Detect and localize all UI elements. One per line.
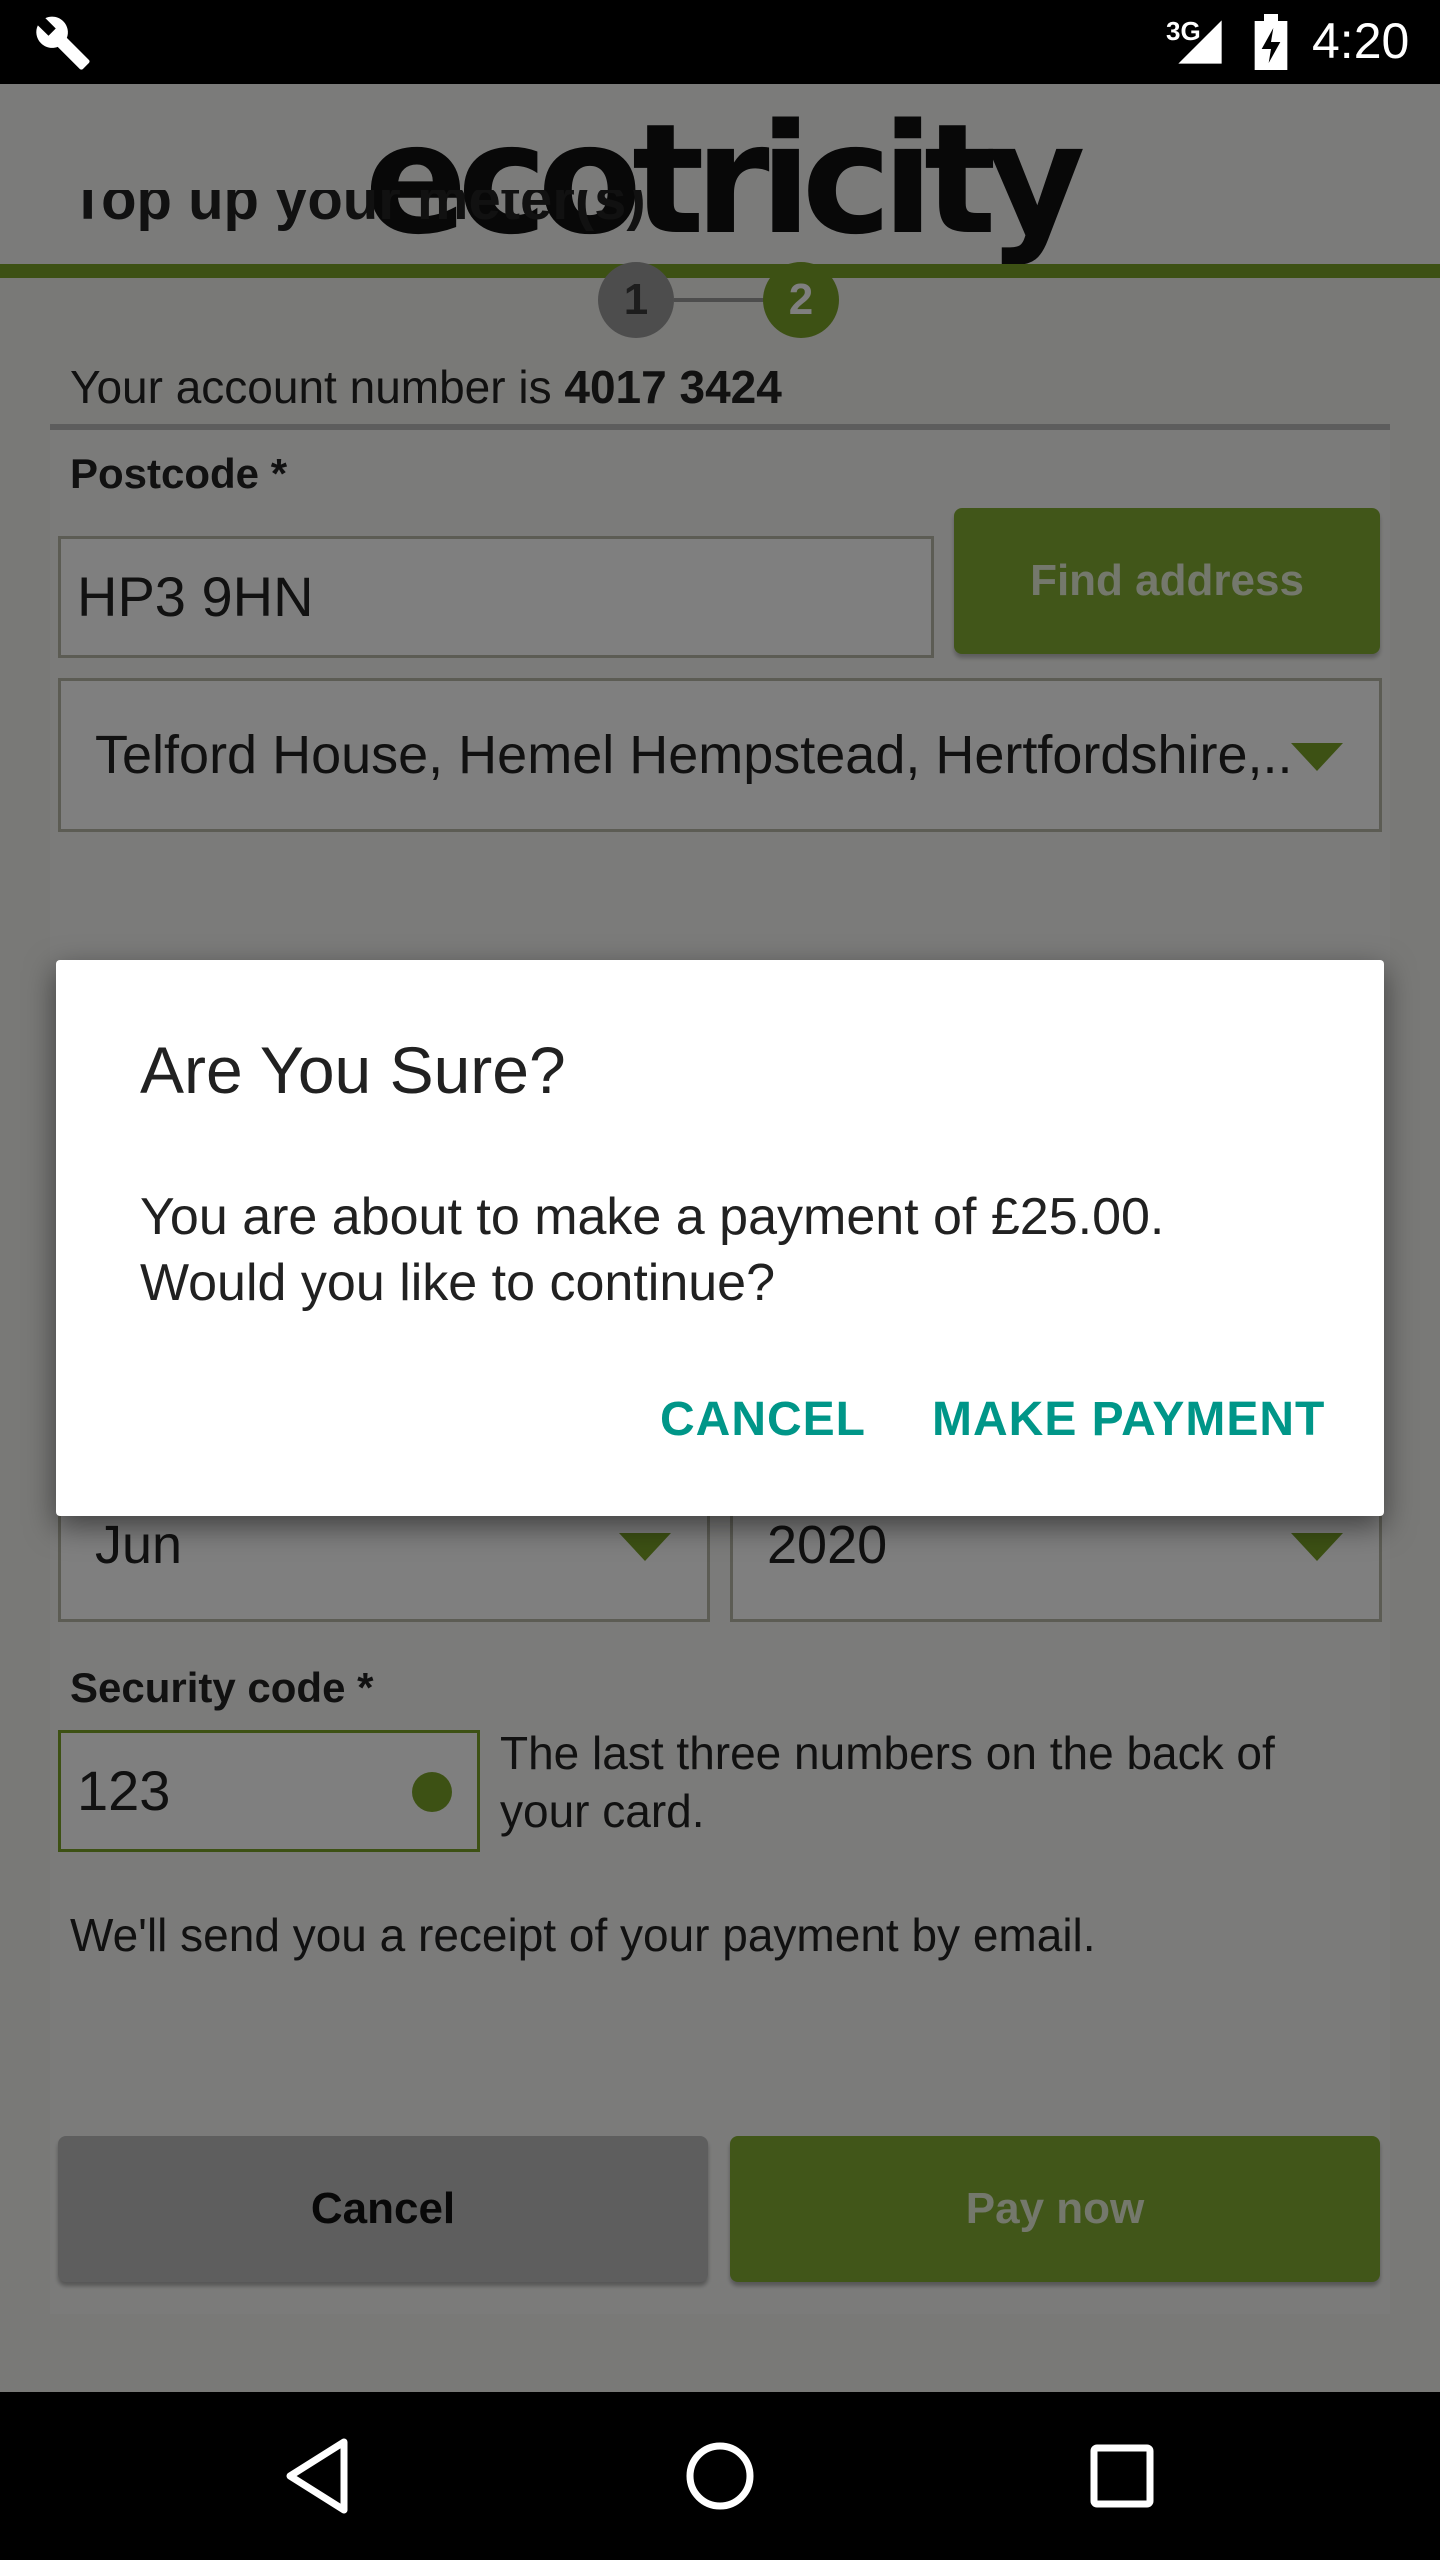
clock: 4:20: [1312, 13, 1410, 69]
navigation-bar: [0, 2392, 1440, 2560]
wrench-icon: [36, 16, 90, 70]
dialog-cancel-button[interactable]: CANCEL: [660, 1380, 866, 1460]
make-payment-button[interactable]: MAKE PAYMENT: [932, 1380, 1325, 1460]
screen: 3G 4:20 ecotricity Top up your meter(s) …: [0, 0, 1440, 2560]
signal-icon: [1178, 20, 1222, 64]
home-icon[interactable]: [684, 2436, 756, 2516]
confirm-payment-dialog: Are You Sure? You are about to make a pa…: [56, 960, 1384, 1516]
dialog-message: You are about to make a payment of £25.0…: [140, 1188, 1165, 1312]
recents-icon[interactable]: [1086, 2436, 1158, 2516]
battery-charging-icon: [1254, 14, 1288, 70]
back-icon[interactable]: [282, 2436, 352, 2516]
status-bar: 3G 4:20: [0, 0, 1440, 84]
dialog-title: Are You Sure?: [140, 1033, 566, 1107]
